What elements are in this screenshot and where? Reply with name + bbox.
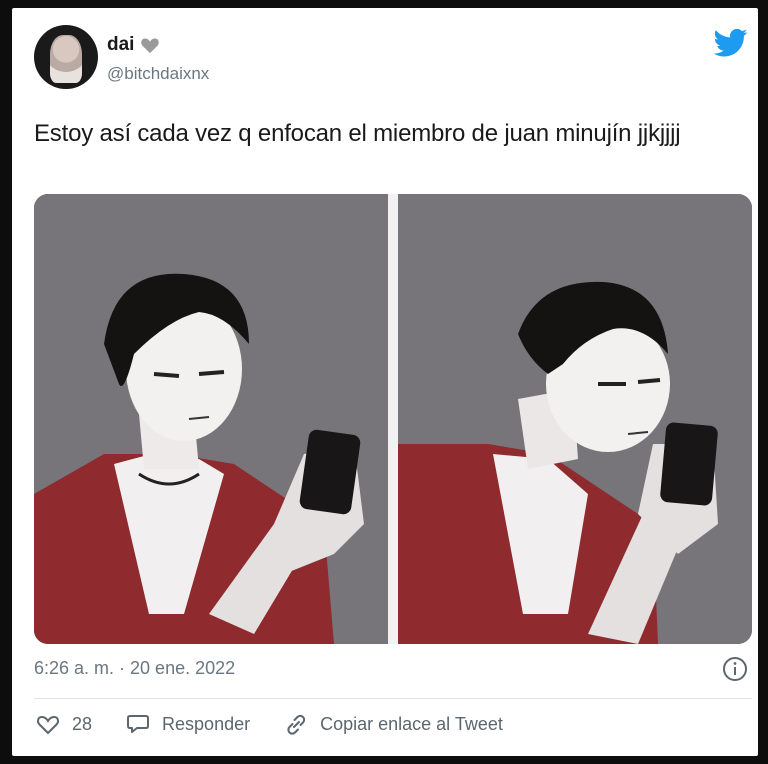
comic-illustration-right — [398, 194, 752, 644]
heart-outline-icon[interactable] — [36, 713, 60, 735]
tweet-card: dai @bitchdaixnx Estoy así cada vez q en… — [12, 8, 758, 756]
info-icon[interactable] — [722, 656, 748, 682]
screenshot-frame: dai @bitchdaixnx Estoy así cada vez q en… — [0, 0, 768, 764]
reply-bubble-icon[interactable] — [126, 713, 150, 735]
reply-label[interactable]: Responder — [162, 714, 250, 735]
comic-illustration-left — [34, 194, 388, 644]
media-divider — [388, 194, 398, 644]
copy-link-action[interactable]: Copiar enlace al Tweet — [284, 713, 503, 735]
tweet-media[interactable] — [34, 194, 752, 644]
like-action[interactable]: 28 — [36, 713, 92, 735]
display-name[interactable]: dai — [107, 34, 134, 56]
copy-link-label[interactable]: Copiar enlace al Tweet — [320, 714, 503, 735]
username[interactable]: @bitchdaixnx — [107, 64, 209, 84]
tweet-actions: 28 Responder Copiar enlace al Tweet — [36, 713, 537, 735]
media-panel-left — [34, 194, 388, 644]
display-name-row[interactable]: dai — [107, 34, 160, 56]
avatar-image — [50, 35, 82, 83]
media-panel-right — [398, 194, 752, 644]
reply-action[interactable]: Responder — [126, 713, 250, 735]
tweet-text: Estoy así cada vez q enfocan el miembro … — [34, 120, 681, 147]
like-count: 28 — [72, 713, 93, 734]
heart-icon — [141, 38, 160, 54]
tweet-timestamp[interactable]: 6:26 a. m. · 20 ene. 2022 — [34, 658, 235, 679]
twitter-bird-icon[interactable] — [714, 28, 748, 58]
link-icon[interactable] — [284, 713, 308, 735]
avatar[interactable] — [34, 25, 98, 89]
divider — [34, 698, 752, 699]
